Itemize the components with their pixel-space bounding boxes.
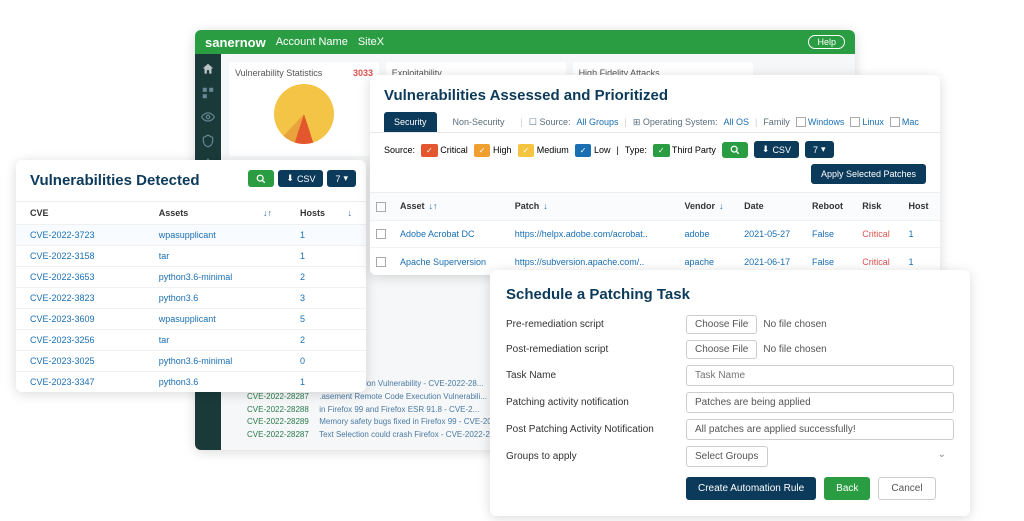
vuln-assessed-panel: Vulnerabilities Assessed and Prioritized… <box>370 75 940 275</box>
account-name[interactable]: Account Name <box>276 36 348 48</box>
family-mac[interactable]: Mac <box>890 117 919 128</box>
groups-label: Groups to apply <box>506 451 686 462</box>
create-rule-button[interactable]: Create Automation Rule <box>686 477 816 500</box>
col-asset[interactable]: Asset↓↑ <box>394 193 509 221</box>
site-name[interactable]: SiteX <box>358 36 384 48</box>
table-row[interactable]: CVE-2023-3025python3.6-minimal0 <box>16 351 366 372</box>
cve-link[interactable]: CVE-2022-3723 <box>30 230 95 240</box>
patch-link[interactable]: https://subversion.apache.com/.. <box>515 257 645 267</box>
tab-nonsecurity[interactable]: Non-Security <box>443 112 515 132</box>
search-button[interactable] <box>722 142 748 158</box>
cve-link[interactable]: CVE-2023-3025 <box>30 356 95 366</box>
asset-link[interactable]: python3.6-minimal <box>159 356 233 366</box>
patch-table: Asset↓↑ Patch↓ Vendor↓ Date Reboot Risk … <box>370 192 940 275</box>
cve-link[interactable]: CVE-2022-3653 <box>30 272 95 282</box>
post-script-filename: No file chosen <box>763 344 826 355</box>
count-dropdown[interactable]: 7 ▾ <box>805 141 834 158</box>
table-row[interactable]: CVE-2023-3347python3.61 <box>16 372 366 393</box>
cve-link[interactable]: CVE-2023-3347 <box>30 377 95 387</box>
dashboard-icon[interactable] <box>201 86 215 100</box>
cve-link[interactable]: CVE-2023-3256 <box>30 335 95 345</box>
post-notif-input[interactable] <box>686 419 954 440</box>
brand-logo: sanernow <box>205 35 266 50</box>
task-name-input[interactable] <box>686 365 954 386</box>
csv-export-button[interactable]: ⬇ CSV <box>754 141 799 158</box>
cancel-button[interactable]: Cancel <box>878 477 935 500</box>
cve-link[interactable]: CVE-2022-3823 <box>30 293 95 303</box>
dashboard-header: sanernow Account Name SiteX Help <box>195 30 855 54</box>
schedule-panel: Schedule a Patching Task Pre-remediation… <box>490 270 970 516</box>
help-button[interactable]: Help <box>808 35 845 49</box>
pie-chart <box>274 84 334 144</box>
tab-bar: Security Non-Security | ☐ Source: All Gr… <box>370 112 940 133</box>
table-row[interactable]: Adobe Acrobat DC https://helpx.adobe.com/… <box>370 220 940 248</box>
cve-link[interactable]: CVE-2022-3158 <box>30 251 95 261</box>
asset-link[interactable]: wpasupplicant <box>159 314 216 324</box>
table-row[interactable]: CVE-2022-3653python3.6-minimal2 <box>16 267 366 288</box>
col-hosts[interactable]: Hosts↓ <box>286 202 366 225</box>
post-script-label: Post-remediation script <box>506 344 686 355</box>
asset-link[interactable]: python3.6 <box>159 293 199 303</box>
shield-icon[interactable] <box>201 134 215 148</box>
source-filter[interactable]: All Groups <box>577 117 619 127</box>
table-row[interactable]: CVE-2022-3723wpasupplicant1 <box>16 225 366 246</box>
post-script-choose[interactable]: Choose File <box>686 340 757 359</box>
sev-critical[interactable]: ✓ Critical <box>421 145 468 155</box>
table-row[interactable]: CVE-2022-3823python3.63 <box>16 288 366 309</box>
vuln-table: CVE Assets↓↑ Hosts↓ CVE-2022-3723 wpasupp… <box>16 201 366 392</box>
search-button[interactable] <box>248 170 274 187</box>
pre-script-choose[interactable]: Choose File <box>686 315 757 334</box>
select-all-checkbox[interactable] <box>376 202 386 212</box>
asset-link[interactable]: tar <box>159 251 170 261</box>
col-reboot[interactable]: Reboot <box>806 193 856 221</box>
asset-link[interactable]: Apache Superversion <box>400 257 486 267</box>
asset-link[interactable]: tar <box>159 335 170 345</box>
vuln-stats-card: Vulnerability Statistics 3033 <box>229 62 379 156</box>
col-cve[interactable]: CVE <box>16 202 145 225</box>
os-filter[interactable]: All OS <box>723 117 749 127</box>
table-row[interactable]: CVE-2023-3256tar2 <box>16 330 366 351</box>
pre-script-label: Pre-remediation script <box>506 319 686 330</box>
filter-bar: Source: ✓ Critical ✓ High ✓ Medium ✓ Low… <box>370 133 940 192</box>
panel-title: Vulnerabilities Assessed and Prioritized <box>370 75 940 112</box>
sev-high[interactable]: ✓ High <box>474 145 512 155</box>
count-dropdown[interactable]: 7 ▾ <box>327 170 356 187</box>
family-linux[interactable]: Linux <box>850 117 884 128</box>
row-checkbox[interactable] <box>376 257 386 267</box>
col-patch[interactable]: Patch↓ <box>509 193 679 221</box>
asset-link[interactable]: wpasupplicant <box>159 230 216 240</box>
col-date[interactable]: Date <box>738 193 806 221</box>
type-thirdparty[interactable]: ✓ Third Party <box>653 145 716 155</box>
row-checkbox[interactable] <box>376 229 386 239</box>
pre-script-filename: No file chosen <box>763 319 826 330</box>
sev-low[interactable]: ✓ Low <box>575 145 611 155</box>
notif-label: Patching activity notification <box>506 397 686 408</box>
asset-link[interactable]: python3.6 <box>159 377 199 387</box>
patch-link[interactable]: https://helpx.adobe.com/acrobat.. <box>515 229 648 239</box>
notif-input[interactable] <box>686 392 954 413</box>
back-button[interactable]: Back <box>824 477 870 500</box>
table-row[interactable]: CVE-2023-3609wpasupplicant5 <box>16 309 366 330</box>
col-risk[interactable]: Risk <box>856 193 902 221</box>
csv-export-button[interactable]: ⬇ CSV <box>278 170 323 187</box>
cve-link[interactable]: CVE-2023-3609 <box>30 314 95 324</box>
col-vendor[interactable]: Vendor↓ <box>678 193 738 221</box>
family-windows[interactable]: Windows <box>796 117 845 128</box>
post-notif-label: Post Patching Activity Notification <box>506 424 686 435</box>
task-name-label: Task Name <box>506 370 686 381</box>
sev-medium[interactable]: ✓ Medium <box>518 145 569 155</box>
panel-title: Schedule a Patching Task <box>506 286 954 303</box>
col-host[interactable]: Host <box>903 193 940 221</box>
groups-select[interactable]: Select Groups <box>686 446 768 467</box>
asset-link[interactable]: python3.6-minimal <box>159 272 233 282</box>
tab-security[interactable]: Security <box>384 112 437 132</box>
apply-patches-button[interactable]: Apply Selected Patches <box>811 164 926 184</box>
vuln-detected-panel: Vulnerabilities Detected ⬇ CSV 7 ▾ CVE A… <box>16 160 366 392</box>
asset-link[interactable]: Adobe Acrobat DC <box>400 229 475 239</box>
col-assets[interactable]: Assets↓↑ <box>145 202 286 225</box>
table-row[interactable]: CVE-2022-3158tar1 <box>16 246 366 267</box>
home-icon[interactable] <box>201 62 215 76</box>
eye-icon[interactable] <box>201 110 215 124</box>
card-title: Vulnerability Statistics <box>235 68 322 78</box>
